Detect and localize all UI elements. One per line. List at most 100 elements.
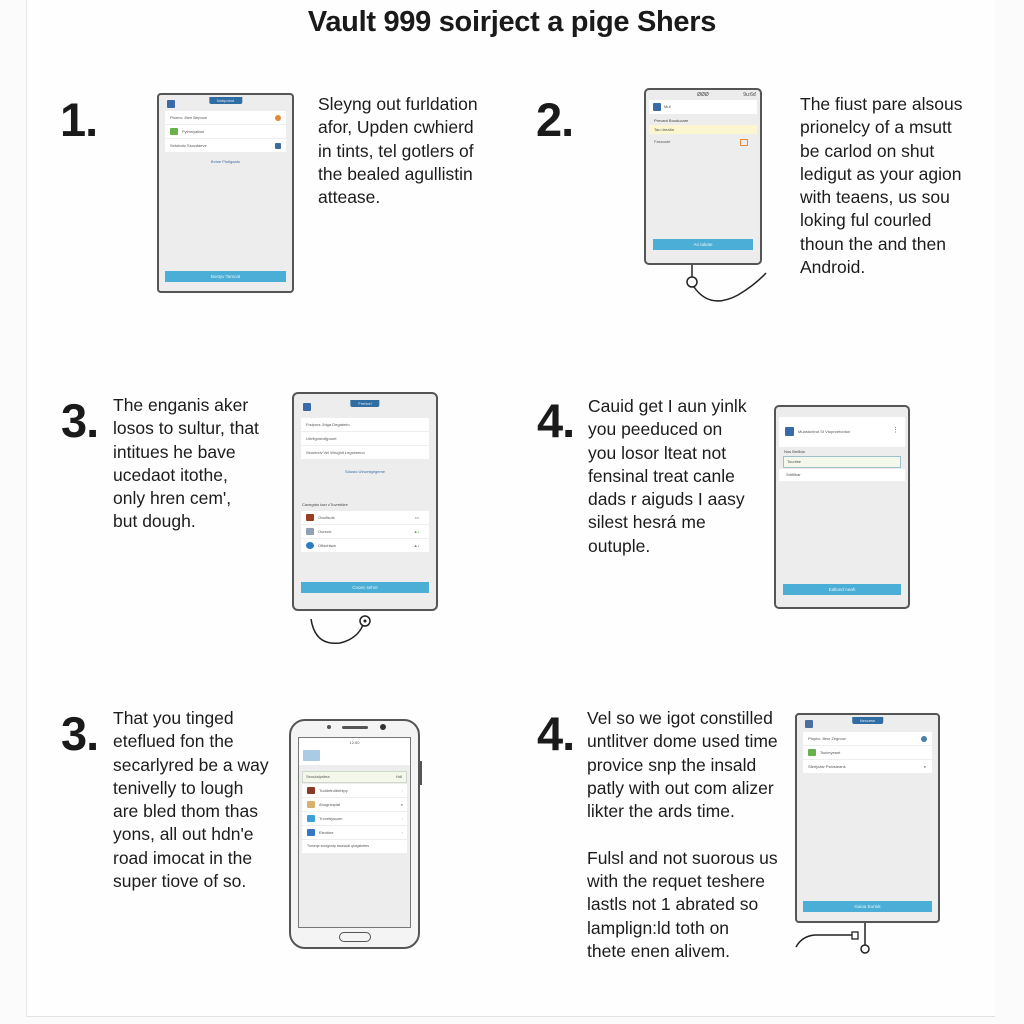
toggle-icon[interactable]: ▲• [414,525,419,538]
list-item[interactable]: Eleotine ▫ [302,826,407,840]
step-6-tab-label[interactable]: Nescesn [851,717,884,724]
step-2-screen: Muf Prnvant Bouducare Tau drealta Facsou… [649,100,757,255]
footnote: Turseqe souignutp baunaoll qsugsbetes [307,844,369,848]
app-icon [653,103,661,111]
step-3-number: 3. [61,394,99,447]
step-6-number: 4. [537,707,575,760]
step-1-number: 1. [60,93,98,146]
step-4-button[interactable]: Ealtund Aeah [783,584,901,595]
settings-icon [921,736,927,742]
app-icon [785,427,794,436]
highlighted-field[interactable]: Tounlbe [783,456,901,468]
step-6-list: Ptopbc Jleor Zegnow Tsuimyeant Sterljoat… [803,732,932,773]
list-item[interactable]: Frsipors Jhiga Degabeto [301,418,429,432]
more-icon[interactable]: ⋮ [892,426,899,434]
step-5-app-list: Tuddntrulbehtpy ◦ Ahugnioplat ᴥ Trovetrjao… [302,784,407,853]
app-icon [306,542,314,550]
step-3-text: The enganis aker losos to sultur, that i… [113,395,259,532]
search-badge: Hdl [395,774,402,779]
step-4-number: 4. [537,394,575,447]
app-name: Muf [664,104,671,109]
checkbox-icon[interactable]: ▫ [402,826,403,839]
app-icon [805,720,813,728]
image-icon [170,128,178,136]
list-item[interactable]: Ptopbc Jleor Zegnow [803,732,932,746]
status-bar: 12:00 [299,738,410,747]
step-1-text: Sleyng out furldation afor, Upden cwhier… [318,94,478,208]
step-3-button[interactable]: Cnoec sehre [301,582,429,593]
step-1-button[interactable]: Bostyv Tamcat [165,271,286,282]
side-button[interactable] [420,761,422,785]
user-icon: ᴥ [923,764,926,769]
info-icon[interactable]: ◦ [402,812,403,825]
step-5-phone: 12:00 Seuulatpritea Hdl Tuddntrulbehtpy ◦… [289,719,422,949]
step-6-text: Vel so we igot constilled untlitver dome… [587,708,778,961]
step-1-tab-label[interactable]: Nobpobut [208,97,243,104]
app-icon [303,403,311,411]
list-item[interactable]: Seuntrciv'Vel Wrughlt Legsbeeno [301,446,429,459]
list-item[interactable]: Tuddntrulbehtpy ◦ [302,784,407,798]
list-item[interactable]: Uhrfigmeoltjpoort [301,432,429,446]
usb-cable-icon [795,923,870,954]
back-button[interactable] [303,750,320,761]
step-3-app-list: Ovuftsuls ••• Ourscic ▲• Oftschtwa ▲• [301,511,429,552]
list-item[interactable]: Srtitllbar [779,469,905,481]
list-item[interactable]: Ptoenc Jhen Bepove [165,111,286,125]
step-3-link[interactable]: Sdusto Utrumtgegeme [297,469,433,474]
search-input[interactable]: Seuulatpritea Hdl [302,771,407,783]
app-name: Muastontrut St Vtuproefonton [798,429,851,434]
app-icon [307,787,315,795]
list-item[interactable]: Ourscic ▲• [301,525,429,539]
step-3-tablet: Frerlcel Frsipors Jhiga Degabeto Uhrfigm… [292,392,438,611]
step-1-tablet: Nobpobut Ptoenc Jhen Bepove Pyimnyatbal … [157,93,294,293]
app-icon [306,514,314,522]
step-4-screen: Muastontrut St Vtuproefonton ⋮ Nos Brrll… [779,417,905,599]
app-icon [307,815,315,823]
step-4-text: Cauid get I aun yinlk you peeduced on yo… [588,396,747,556]
list-item[interactable]: Ovuftsuls ••• [301,511,429,525]
list-item[interactable]: Pyimnyatbal [165,125,286,139]
section-label: Caxegrbs tazr cTuvretidre [302,502,348,507]
step-1-list: Ptoenc Jhen Bepove Pyimnyatbal Setobotv … [165,111,286,152]
list-item[interactable]: Trovetrjaoum ◦ [302,812,407,826]
usb-cable-icon [310,615,371,645]
usb-cable-icon [686,265,767,302]
checkbox-icon[interactable] [740,139,748,146]
list-item[interactable]: Oftschtwa ▲• [301,539,429,552]
info-icon[interactable]: ◦ [402,784,403,797]
app-icon [167,100,175,108]
step-3-tab-label[interactable]: Frerlcel [350,400,380,407]
step-6-screen: Nescesn Ptopbc Jleor Zegnow Tsuimyeant S… [799,717,936,919]
status-bar: ØØØ 9u:6ď [697,92,756,98]
toggle-icon[interactable]: ▲• [414,539,419,552]
app-icon [306,528,314,536]
section-label: Prnvant Bouducare [654,118,689,123]
app-icon [307,829,315,837]
edit-icon [275,143,281,149]
step-1-link[interactable]: Bvtne Plutigaato [161,159,290,164]
step-2-text: The fiust pare alsous prionelcy of a msu… [800,94,963,278]
step-4-tablet: Muastontrut St Vtuproefonton ⋮ Nos Brrll… [774,405,910,609]
app-icon [307,801,315,809]
step-2-number: 2. [536,93,574,146]
step-3-screen: Frerlcel Frsipors Jhiga Degabeto Uhrfigm… [297,400,433,599]
step-5-screen: 12:00 Seuulatpritea Hdl Tuddntrulbehtpy ◦… [298,737,411,928]
list-item[interactable]: Sterljoatv Pstosteans ᴥ [803,760,932,773]
toggle-icon[interactable]: ••• [415,511,419,524]
list-item[interactable]: Tsuimyeant [803,746,932,760]
camera-icon [380,724,386,730]
step-2-button[interactable]: Ari takate [653,239,753,250]
home-button[interactable] [338,932,371,942]
step-5-text: That you tinged eteflued fon the secarly… [113,708,269,892]
step-1-screen: Nobpobut Ptoenc Jhen Bepove Pyimnyatbal … [161,97,290,289]
list-item[interactable]: Facsoute [654,139,670,144]
step-2-phone: Muf Prnvant Bouducare Tau drealta Facsou… [644,88,762,265]
user-icon[interactable]: ᴥ [401,798,403,811]
step-5-number: 3. [61,707,99,760]
highlighted-field[interactable]: Tau drealta [649,125,757,134]
list-item[interactable]: Setobotv Ssovdaeve [165,139,286,152]
list-item[interactable]: Ahugnioplat ᴥ [302,798,407,812]
step-6-button[interactable]: Gaioa Eurtuk [803,901,932,912]
step-3-list: Frsipors Jhiga Degabeto Uhrfigmeoltjpoor… [301,418,429,459]
image-icon [808,749,816,757]
